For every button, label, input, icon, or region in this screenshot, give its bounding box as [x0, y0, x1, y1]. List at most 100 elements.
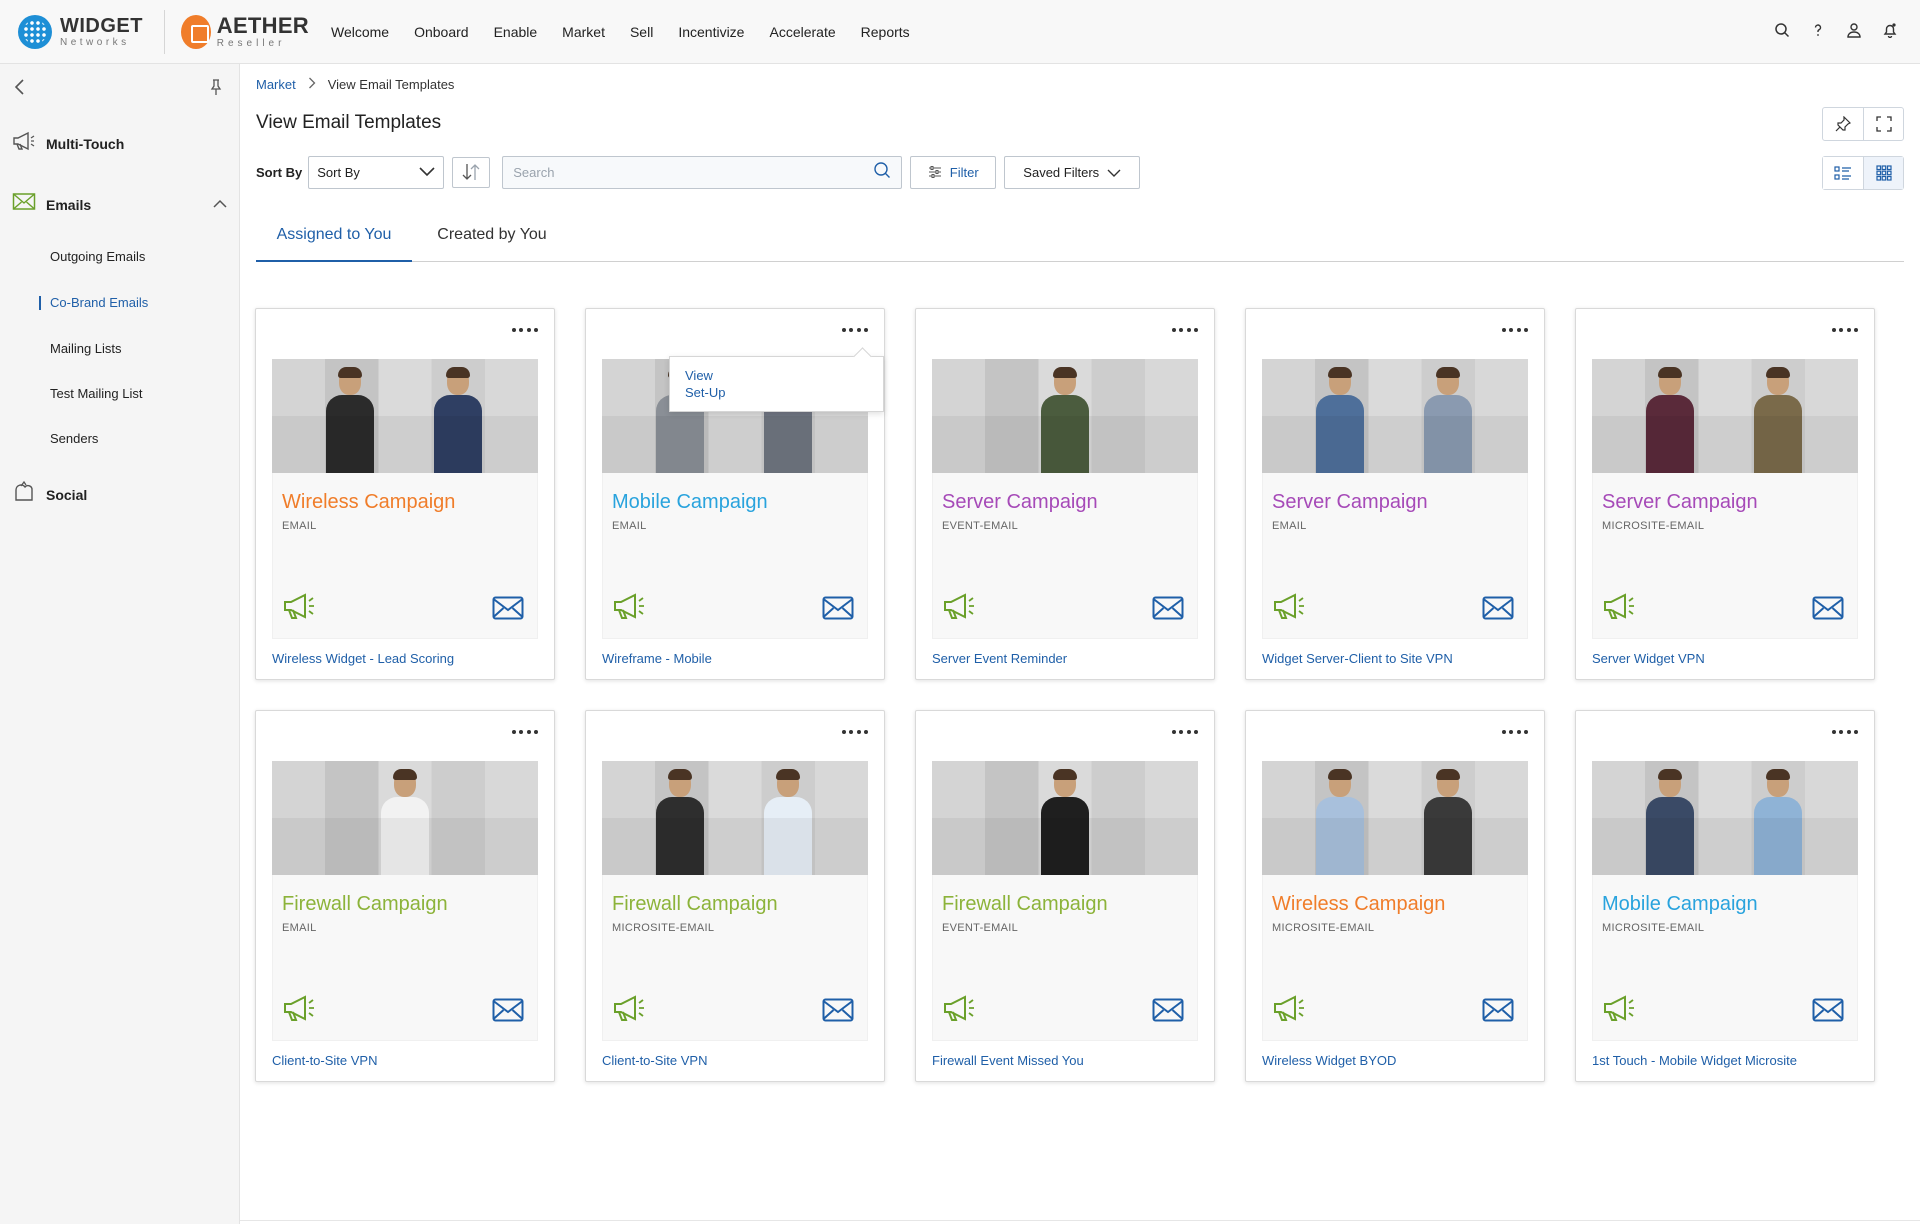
more-options-icon[interactable] — [512, 323, 538, 337]
template-thumbnail[interactable]: Server Campaign EVENT-EMAIL — [932, 359, 1198, 639]
breadcrumb-market[interactable]: Market — [256, 77, 296, 92]
nav-incentivize[interactable]: Incentivize — [678, 24, 744, 40]
sidebar-item-test-mailing-list[interactable]: Test Mailing List — [50, 386, 142, 401]
template-thumbnail[interactable]: Firewall Campaign EVENT-EMAIL — [932, 761, 1198, 1041]
template-card[interactable]: Wireless Campaign MICROSITE-EMAIL Wireless… — [1245, 710, 1545, 1082]
sidebar-group-label: Social — [46, 486, 88, 503]
nav-reports[interactable]: Reports — [861, 24, 910, 40]
user-icon[interactable] — [1844, 20, 1864, 40]
nav-accelerate[interactable]: Accelerate — [769, 24, 835, 40]
template-name-link[interactable]: Server Widget VPN — [1592, 651, 1705, 666]
menu-item-view[interactable]: View — [685, 367, 883, 384]
menu-item-set-up[interactable]: Set-Up — [685, 384, 883, 401]
template-photo — [1262, 359, 1528, 473]
tab-created-by-you[interactable]: Created by You — [412, 224, 572, 262]
nav-enable[interactable]: Enable — [494, 24, 538, 40]
sidebar-group-emails[interactable]: Emails — [12, 192, 91, 217]
list-view-button[interactable] — [1823, 157, 1863, 189]
breadcrumb-current: View Email Templates — [327, 77, 455, 92]
pin-page-button[interactable] — [1823, 108, 1863, 140]
more-options-icon[interactable] — [1502, 725, 1528, 739]
campaign-title: Mobile Campaign — [1602, 893, 1758, 915]
sidebar-item-senders[interactable]: Senders — [50, 431, 98, 446]
template-name-link[interactable]: Wireless Widget - Lead Scoring — [272, 651, 454, 666]
template-photo — [932, 761, 1198, 875]
pin-sidebar-icon[interactable] — [208, 78, 224, 101]
more-options-icon[interactable] — [1832, 323, 1858, 337]
template-name-link[interactable]: Server Event Reminder — [932, 651, 1067, 666]
template-photo — [1262, 761, 1528, 875]
help-icon[interactable] — [1808, 20, 1828, 40]
more-options-icon[interactable] — [1172, 323, 1198, 337]
more-options-icon[interactable] — [842, 725, 868, 739]
template-thumbnail[interactable]: Mobile Campaign MICROSITE-EMAIL — [1592, 761, 1858, 1041]
nav-market[interactable]: Market — [562, 24, 605, 40]
template-card[interactable]: Server Campaign EVENT-EMAIL Server Event R… — [915, 308, 1215, 680]
sort-select[interactable]: Sort By — [308, 155, 445, 189]
fullscreen-button[interactable] — [1863, 108, 1903, 140]
tab-assigned-to-you[interactable]: Assigned to You — [256, 224, 412, 262]
template-name-link[interactable]: Client-to-Site VPN — [602, 1053, 707, 1068]
sidebar-item-outgoing-emails[interactable]: Outgoing Emails — [50, 249, 145, 264]
more-options-icon[interactable] — [842, 323, 868, 337]
template-thumbnail[interactable]: Server Campaign MICROSITE-EMAIL — [1592, 359, 1858, 639]
breadcrumb: Market View Email Templates — [256, 77, 454, 92]
chevron-up-icon[interactable] — [212, 196, 228, 214]
campaign-title: Server Campaign — [1602, 491, 1758, 513]
search-icon[interactable] — [873, 161, 891, 184]
more-options-icon[interactable] — [1502, 323, 1528, 337]
campaign-type: EMAIL — [282, 520, 317, 532]
aether-logo[interactable]: AETHER Reseller — [181, 14, 309, 49]
nav-welcome[interactable]: Welcome — [331, 24, 389, 40]
template-thumbnail[interactable]: Firewall Campaign MICROSITE-EMAIL — [602, 761, 868, 1041]
collapse-sidebar-icon[interactable] — [12, 78, 28, 101]
more-options-icon[interactable] — [1172, 725, 1198, 739]
chevron-down-icon — [1107, 165, 1121, 180]
envelope-icon — [492, 998, 524, 1027]
more-options-icon[interactable] — [1832, 725, 1858, 739]
sidebar-group-social[interactable]: Social — [12, 480, 87, 509]
nav-onboard[interactable]: Onboard — [414, 24, 468, 40]
template-card[interactable]: Server Campaign EMAIL Widget Server-Client… — [1245, 308, 1545, 680]
template-thumbnail[interactable]: Wireless Campaign MICROSITE-EMAIL — [1262, 761, 1528, 1041]
template-thumbnail[interactable]: Firewall Campaign EMAIL — [272, 761, 538, 1041]
top-icons — [1772, 20, 1900, 40]
sidebar-item-co-brand-emails[interactable]: Co-Brand Emails — [50, 295, 148, 310]
notification-bell-icon[interactable] — [1880, 20, 1900, 40]
envelope-icon — [822, 998, 854, 1027]
template-name-link[interactable]: 1st Touch - Mobile Widget Microsite — [1592, 1053, 1797, 1068]
template-name-link[interactable]: Firewall Event Missed You — [932, 1053, 1084, 1068]
more-options-icon[interactable] — [512, 725, 538, 739]
saved-filters-button[interactable]: Saved Filters — [1004, 155, 1141, 189]
template-card[interactable]: Wireless Campaign EMAIL Wireless Widget - … — [255, 308, 555, 680]
search-input[interactable] — [513, 164, 854, 180]
template-thumbnail[interactable]: Server Campaign EMAIL — [1262, 359, 1528, 639]
sort-direction-button[interactable] — [452, 156, 491, 188]
filter-button[interactable]: Filter — [910, 155, 997, 189]
grid-view-button[interactable] — [1863, 157, 1903, 189]
sort-select-value: Sort By — [317, 164, 360, 180]
template-card[interactable]: Firewall Campaign EMAIL Client-to-Site VPN — [255, 710, 555, 1082]
template-name-link[interactable]: Widget Server-Client to Site VPN — [1262, 651, 1453, 666]
template-card[interactable]: Firewall Campaign EVENT-EMAIL Firewall Eve… — [915, 710, 1215, 1082]
campaign-type: MICROSITE-EMAIL — [1272, 922, 1375, 934]
template-name-link[interactable]: Wireless Widget BYOD — [1262, 1053, 1396, 1068]
template-card[interactable]: Firewall Campaign MICROSITE-EMAIL Client-t… — [585, 710, 885, 1082]
template-name-link[interactable]: Wireframe - Mobile — [602, 651, 712, 666]
widget-logo[interactable]: WIDGET Networks — [18, 14, 154, 49]
tabs: Assigned to You Created by You — [256, 224, 1904, 262]
sidebar-group-multi-touch[interactable]: Multi-Touch — [12, 130, 124, 157]
person-figure — [1039, 769, 1091, 875]
template-card[interactable]: Mobile Campaign MICROSITE-EMAIL 1st Touch … — [1575, 710, 1875, 1082]
sidebar-item-mailing-lists[interactable]: Mailing Lists — [50, 341, 122, 356]
campaign-title: Firewall Campaign — [942, 893, 1108, 915]
campaign-type: EMAIL — [1272, 520, 1307, 532]
envelope-icon — [1482, 998, 1514, 1027]
template-name-link[interactable]: Client-to-Site VPN — [272, 1053, 377, 1068]
template-thumbnail[interactable]: Wireless Campaign EMAIL — [272, 359, 538, 639]
nav-sell[interactable]: Sell — [630, 24, 653, 40]
envelope-icon — [1482, 596, 1514, 625]
template-card[interactable]: Server Campaign MICROSITE-EMAIL Server Wid… — [1575, 308, 1875, 680]
campaign-title: Firewall Campaign — [612, 893, 778, 915]
search-icon[interactable] — [1772, 20, 1792, 40]
